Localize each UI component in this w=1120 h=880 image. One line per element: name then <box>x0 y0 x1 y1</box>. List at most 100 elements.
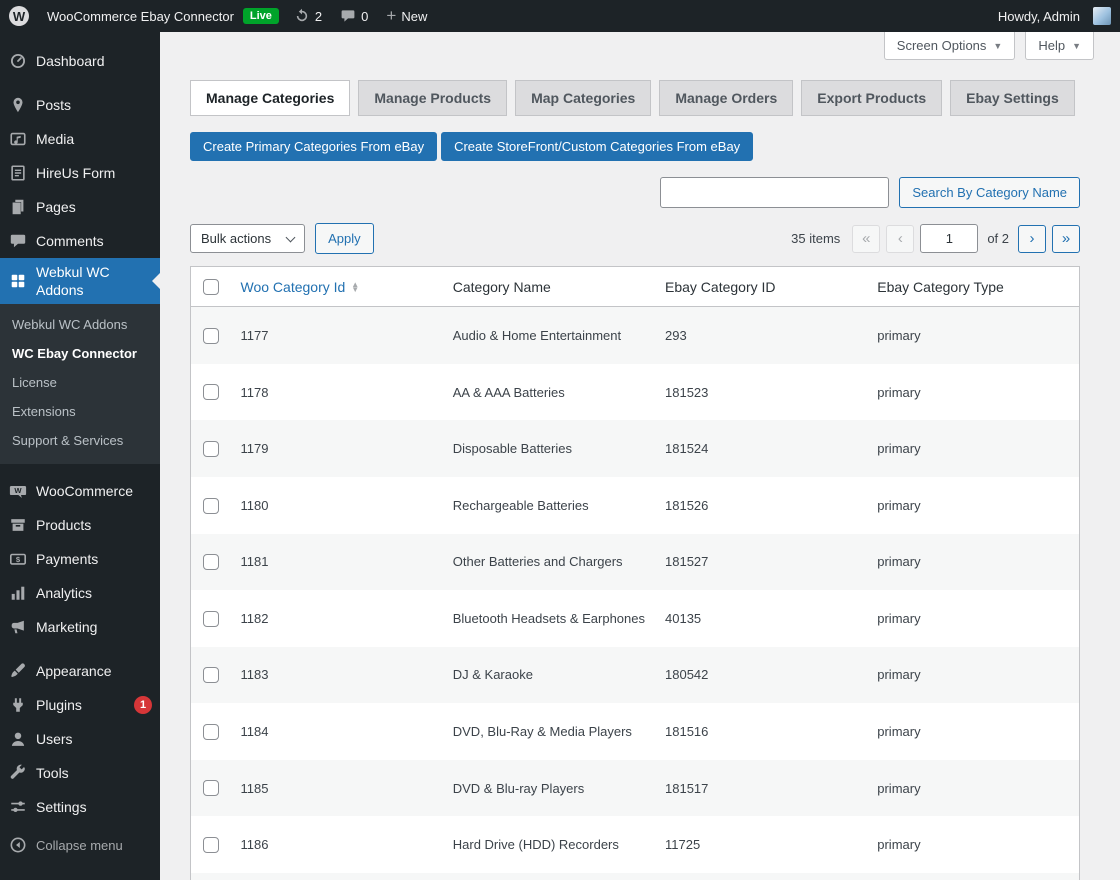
cell-category-name: Disposable Batteries <box>443 420 655 477</box>
new-content-button[interactable]: + New <box>377 0 436 32</box>
sidebar-item-users[interactable]: Users <box>0 722 160 756</box>
sidebar-item-dashboard[interactable]: Dashboard <box>0 44 160 78</box>
sidebar-item-tools[interactable]: Tools <box>0 756 160 790</box>
sidebar-item-woocommerce[interactable]: W WooCommerce <box>0 474 160 508</box>
submenu-item-webkul-wc-addons[interactable]: Webkul WC Addons <box>0 311 160 340</box>
sidebar-item-label: WooCommerce <box>36 482 152 500</box>
first-page-button[interactable]: « <box>852 225 880 253</box>
howdy-label: Howdy, Admin <box>998 9 1080 24</box>
submenu-item-support-services[interactable]: Support & Services <box>0 427 160 456</box>
row-checkbox[interactable] <box>203 498 219 514</box>
sidebar-item-hireus-form[interactable]: HireUs Form <box>0 156 160 190</box>
table-row: 1187Portable Audio & Media Players181519… <box>191 873 1080 880</box>
sidebar-item-media[interactable]: Media <box>0 122 160 156</box>
table-row: 1177Audio & Home Entertainment293primary <box>191 307 1080 364</box>
sidebar-item-posts[interactable]: Posts <box>0 88 160 122</box>
cell-woo-category-id: 1179 <box>231 420 443 477</box>
row-checkbox[interactable] <box>203 780 219 796</box>
sidebar-item-appearance[interactable]: Appearance <box>0 654 160 688</box>
comments-indicator[interactable]: 0 <box>331 0 377 32</box>
cell-category-name: DVD, Blu-Ray & Media Players <box>443 703 655 760</box>
live-badge: Live <box>243 8 279 24</box>
admin-bar: W WooCommerce Ebay Connector Live 2 0 + … <box>0 0 1120 32</box>
sidebar-item-plugins[interactable]: Plugins1 <box>0 688 160 722</box>
submenu-item-wc-ebay-connector[interactable]: WC Ebay Connector <box>0 340 160 369</box>
main-content: Screen Options ▼ Help ▼ Manage Categorie… <box>160 32 1120 880</box>
submenu-webkul-wc-addons: Webkul WC AddonsWC Ebay ConnectorLicense… <box>0 304 160 463</box>
row-checkbox[interactable] <box>203 611 219 627</box>
column-header-category-name: Category Name <box>443 267 655 307</box>
row-checkbox[interactable] <box>203 441 219 457</box>
search-row: Search By Category Name <box>190 177 1080 208</box>
search-by-category-name-button[interactable]: Search By Category Name <box>899 177 1080 208</box>
sidebar-item-comments[interactable]: Comments <box>0 224 160 258</box>
appearance-icon <box>8 661 28 681</box>
row-checkbox[interactable] <box>203 384 219 400</box>
row-checkbox[interactable] <box>203 328 219 344</box>
site-name[interactable]: WooCommerce Ebay Connector <box>38 0 243 32</box>
sidebar-item-analytics[interactable]: Analytics <box>0 576 160 610</box>
row-checkbox[interactable] <box>203 554 219 570</box>
woocommerce-icon: W <box>8 481 28 501</box>
wordpress-logo-button[interactable]: W <box>0 0 38 32</box>
dashboard-icon <box>8 51 28 71</box>
addons-icon <box>8 271 28 291</box>
sidebar-item-settings[interactable]: Settings <box>0 790 160 824</box>
column-header-woo-category-id[interactable]: Woo Category Id▲▼ <box>231 267 443 307</box>
cell-ebay-category-id: 181517 <box>655 760 867 817</box>
table-row: 1179Disposable Batteries181524primary <box>191 420 1080 477</box>
tab-export-products[interactable]: Export Products <box>801 80 942 116</box>
row-checkbox[interactable] <box>203 837 219 853</box>
sidebar-item-label: Payments <box>36 550 152 568</box>
sidebar-item-label: Tools <box>36 764 152 782</box>
sidebar-item-webkul-wc-addons[interactable]: Webkul WC Addons <box>0 258 160 304</box>
tab-ebay-settings[interactable]: Ebay Settings <box>950 80 1075 116</box>
current-menu-arrow <box>144 273 160 289</box>
cell-category-name: Portable Audio & Media Players <box>443 873 655 880</box>
last-page-button[interactable]: » <box>1052 225 1080 253</box>
apply-button[interactable]: Apply <box>315 223 374 254</box>
bulk-actions-label: Bulk actions <box>201 231 271 246</box>
cell-ebay-category-type: primary <box>867 307 1079 364</box>
collapse-menu-button[interactable]: Collapse menu <box>0 828 160 862</box>
table-row: 1186Hard Drive (HDD) Recorders11725prima… <box>191 816 1080 873</box>
sidebar-item-label: Products <box>36 516 152 534</box>
cell-ebay-category-type: primary <box>867 760 1079 817</box>
cell-category-name: Audio & Home Entertainment <box>443 307 655 364</box>
sidebar-item-label: Appearance <box>36 662 152 680</box>
column-label: Woo Category Id <box>241 279 346 295</box>
sidebar-item-products[interactable]: Products <box>0 508 160 542</box>
select-all-checkbox[interactable] <box>203 279 219 295</box>
create-storefront-custom-categories-from-ebay-button[interactable]: Create StoreFront/Custom Categories From… <box>441 132 753 161</box>
category-search-input[interactable] <box>660 177 889 208</box>
chevron-down-icon: ▼ <box>1072 41 1081 51</box>
tab-manage-orders[interactable]: Manage Orders <box>659 80 793 116</box>
cell-ebay-category-type: primary <box>867 816 1079 873</box>
tab-manage-categories[interactable]: Manage Categories <box>190 80 350 116</box>
help-button[interactable]: Help ▼ <box>1025 32 1094 60</box>
create-primary-categories-from-ebay-button[interactable]: Create Primary Categories From eBay <box>190 132 437 161</box>
submenu-item-license[interactable]: License <box>0 369 160 398</box>
row-checkbox[interactable] <box>203 667 219 683</box>
tab-map-categories[interactable]: Map Categories <box>515 80 651 116</box>
prev-page-button[interactable]: ‹ <box>886 225 914 253</box>
pages-icon <box>8 197 28 217</box>
sidebar-item-pages[interactable]: Pages <box>0 190 160 224</box>
pagination: 35 items « ‹ of 2 › » <box>791 224 1080 253</box>
sidebar-item-label: Settings <box>36 798 152 816</box>
svg-text:$: $ <box>16 555 21 564</box>
admin-menu: Dashboard PostsMediaHireUs FormPagesComme… <box>0 44 160 824</box>
sidebar-item-marketing[interactable]: Marketing <box>0 610 160 644</box>
screen-options-button[interactable]: Screen Options ▼ <box>884 32 1016 60</box>
howdy-account-menu[interactable]: Howdy, Admin <box>989 0 1120 32</box>
next-page-button[interactable]: › <box>1018 225 1046 253</box>
cell-woo-category-id: 1185 <box>231 760 443 817</box>
bulk-actions-select[interactable]: Bulk actions <box>190 224 305 253</box>
updates-indicator[interactable]: 2 <box>285 0 331 32</box>
row-checkbox[interactable] <box>203 724 219 740</box>
new-label: New <box>401 9 427 24</box>
tab-manage-products[interactable]: Manage Products <box>358 80 507 116</box>
submenu-item-extensions[interactable]: Extensions <box>0 398 160 427</box>
sidebar-item-payments[interactable]: $ Payments <box>0 542 160 576</box>
current-page-input[interactable] <box>920 224 978 253</box>
